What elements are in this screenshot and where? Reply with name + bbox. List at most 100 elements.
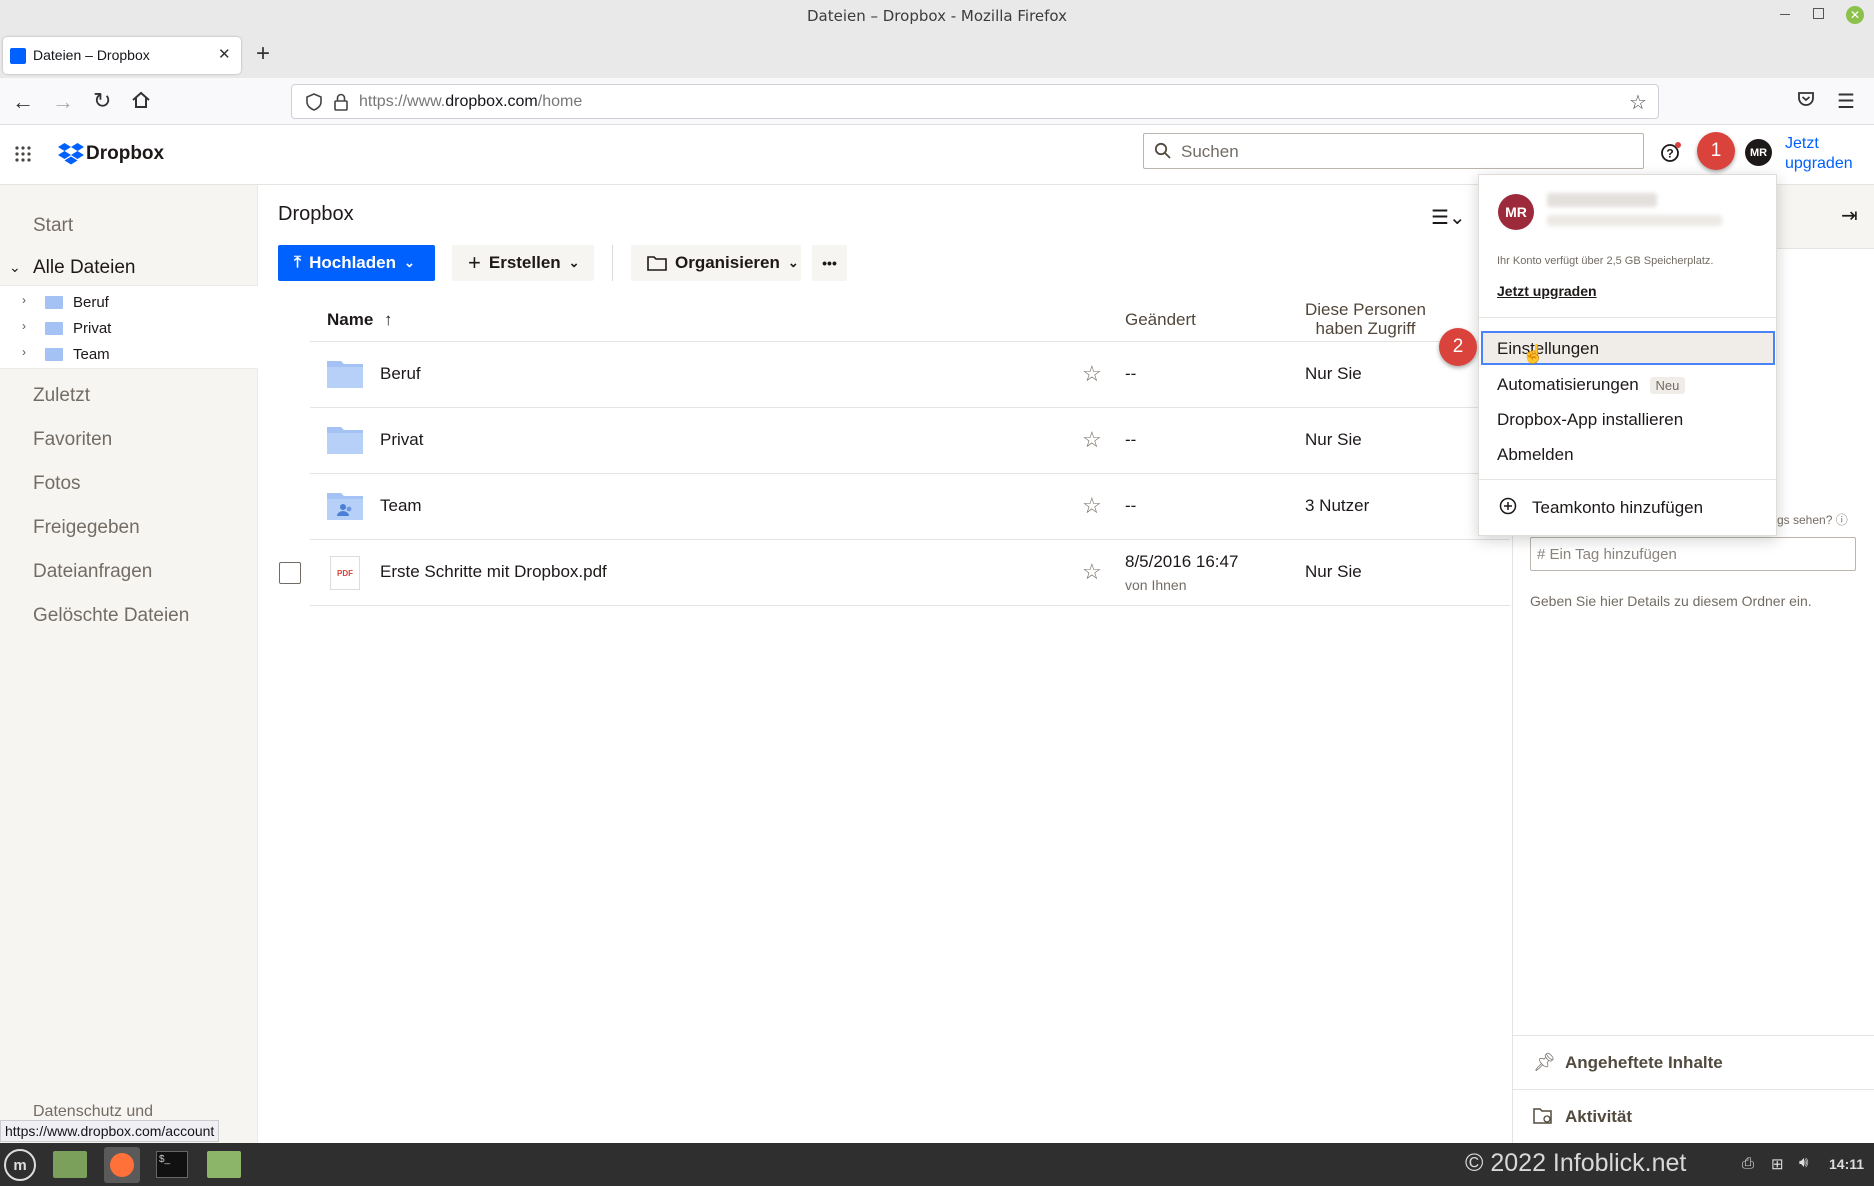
tree-item-label: Beruf — [73, 294, 109, 311]
chevron-right-icon[interactable]: › — [22, 293, 26, 307]
row-modified: -- — [1125, 364, 1137, 383]
help-icon[interactable]: ? — [1660, 141, 1682, 163]
home-icon[interactable] — [131, 90, 151, 110]
forward-icon[interactable]: → — [52, 89, 74, 115]
hamburger-menu-icon[interactable]: ☰ — [1837, 89, 1855, 114]
restore-icon[interactable] — [1813, 8, 1824, 19]
chevron-right-icon[interactable]: › — [22, 319, 26, 333]
sidebar-item-shared[interactable]: Freigegeben — [33, 517, 140, 539]
upgrade-line-1: Jetzt — [1785, 135, 1819, 152]
search-input[interactable]: Suchen — [1143, 133, 1644, 169]
reload-icon[interactable]: ↻ — [93, 88, 111, 114]
menu-upgrade-link[interactable]: Jetzt upgraden — [1497, 283, 1597, 299]
menu-item-add-team[interactable]: Teamkonto hinzufügen — [1532, 498, 1703, 518]
column-name[interactable]: Name ↑ — [327, 310, 393, 330]
sidebar-item-deleted-files[interactable]: Gelöschte Dateien — [33, 605, 189, 627]
upgrade-link[interactable]: Jetzt upgraden — [1785, 134, 1853, 174]
details-hint: Geben Sie hier Details zu diesem Ordner … — [1530, 593, 1812, 609]
url-bar[interactable]: https://www.dropbox.com/home ☆ — [291, 84, 1659, 119]
row-name[interactable]: Erste Schritte mit Dropbox.pdf — [380, 562, 607, 582]
view-toggle-icon[interactable]: ☰⌄ — [1431, 205, 1466, 230]
table-row[interactable]: Privat ☆ -- Nur Sie — [310, 408, 1510, 474]
table-row[interactable]: Beruf ☆ -- Nur Sie — [310, 342, 1510, 408]
tree-item-team[interactable]: › Team — [0, 342, 258, 368]
close-window-icon[interactable]: ✕ — [1846, 6, 1864, 24]
tree-item-privat[interactable]: › Privat — [0, 316, 258, 342]
menu-divider — [1479, 317, 1776, 318]
avatar[interactable]: MR — [1745, 139, 1772, 166]
browser-tab[interactable]: Dateien – Dropbox ✕ — [3, 37, 241, 74]
firefox-app-button[interactable] — [104, 1147, 140, 1183]
star-icon[interactable]: ☆ — [1082, 559, 1102, 585]
more-actions-button[interactable]: ••• — [812, 245, 847, 281]
pinned-section[interactable]: 📌︎ Angeheftete Inhalte — [1513, 1035, 1874, 1089]
sidebar-item-photos[interactable]: Fotos — [33, 473, 81, 495]
step-1-badge: 1 — [1697, 132, 1735, 170]
sidebar-item-file-requests[interactable]: Dateianfragen — [33, 561, 152, 583]
sidebar-item-all-files[interactable]: Alle Dateien — [33, 257, 135, 279]
chevron-down-icon: ⌄ — [568, 255, 580, 270]
upload-button[interactable]: ⤒ Hochladen ⌄ — [278, 245, 435, 281]
star-icon[interactable]: ☆ — [1082, 493, 1102, 519]
star-icon[interactable]: ☆ — [1082, 427, 1102, 453]
help-circle-icon[interactable]: ⓘ — [1836, 513, 1848, 527]
back-icon[interactable]: ← — [12, 89, 34, 115]
dropbox-favicon-icon — [10, 48, 26, 64]
hand-cursor-icon: ☝ — [1522, 344, 1545, 364]
printer-icon[interactable]: ⎙ — [1742, 1155, 1754, 1172]
tree-item-beruf[interactable]: › Beruf — [0, 290, 258, 316]
pdf-file-icon: PDF — [330, 556, 360, 590]
upgrade-line-2: upgraden — [1785, 155, 1853, 172]
collapse-panel-icon[interactable]: ⇥ — [1841, 203, 1858, 228]
minimize-icon[interactable] — [1780, 14, 1790, 15]
organize-button[interactable]: Organisieren ⌄ — [631, 245, 801, 281]
column-modified[interactable]: Geändert — [1125, 310, 1196, 330]
row-name[interactable]: Privat — [380, 430, 423, 450]
activity-label: Aktivität — [1565, 1107, 1633, 1126]
table-row[interactable]: PDF Erste Schritte mit Dropbox.pdf ☆ 8/5… — [279, 540, 1510, 606]
row-name[interactable]: Beruf — [380, 364, 421, 384]
row-modified-by: von Ihnen — [1125, 577, 1187, 593]
folder-app-icon[interactable] — [207, 1151, 241, 1178]
column-name-label: Name — [327, 310, 374, 329]
row-name[interactable]: Team — [380, 496, 422, 516]
plus-icon: + — [468, 250, 481, 275]
app-grid-icon[interactable] — [14, 145, 32, 163]
sidebar-item-recent[interactable]: Zuletzt — [33, 385, 90, 407]
organize-label: Organisieren — [675, 253, 780, 272]
activity-section[interactable]: Aktivität — [1513, 1089, 1874, 1143]
privacy-link[interactable]: Datenschutz und — [33, 1103, 153, 1121]
clock: 14:11 — [1829, 1156, 1865, 1172]
create-label: Erstellen — [488, 253, 561, 272]
status-url-tooltip: https://www.dropbox.com/account — [0, 1120, 220, 1142]
chevron-down-icon[interactable]: ⌄ — [9, 259, 21, 276]
column-access[interactable]: Diese Personen haben Zugriff — [1305, 300, 1426, 338]
menu-item-install-app[interactable]: Dropbox-App installieren — [1497, 410, 1683, 430]
star-icon[interactable]: ☆ — [1082, 361, 1102, 387]
column-access-line-1: Diese Personen — [1305, 300, 1426, 319]
row-checkbox[interactable] — [279, 562, 301, 584]
menu-item-sign-out[interactable]: Abmelden — [1497, 445, 1574, 465]
app-logo-text: Dropbox — [86, 143, 165, 164]
table-row[interactable]: Team ☆ -- 3 Nutzer — [310, 474, 1510, 540]
menu-item-automations[interactable]: Automatisierungen Neu — [1497, 375, 1686, 395]
files-app-icon[interactable] — [53, 1151, 87, 1178]
tag-input[interactable]: # Ein Tag hinzufügen — [1530, 537, 1856, 571]
tab-close-icon[interactable]: ✕ — [218, 45, 231, 63]
taskbar: m $_ © 2022 Infoblick.net ⎙ ⊞ 🔊︎ 14:11 — [0, 1143, 1874, 1186]
new-tab-icon[interactable]: + — [256, 40, 270, 68]
volume-icon[interactable]: 🔊︎ — [1799, 1154, 1808, 1171]
create-button[interactable]: + Erstellen ⌄ — [452, 245, 594, 281]
chevron-right-icon[interactable]: › — [22, 345, 26, 359]
bookmark-star-icon[interactable]: ☆ — [1629, 90, 1647, 115]
lock-icon — [334, 93, 348, 111]
sidebar-item-favorites[interactable]: Favoriten — [33, 429, 112, 451]
upload-label: Hochladen — [309, 253, 396, 272]
tab-strip — [0, 30, 1874, 78]
network-icon[interactable]: ⊞ — [1771, 1155, 1784, 1173]
toolbar-divider — [612, 245, 613, 281]
pocket-icon[interactable] — [1797, 90, 1815, 108]
sidebar-item-start[interactable]: Start — [33, 215, 73, 237]
terminal-icon[interactable]: $_ — [156, 1151, 188, 1178]
mint-menu-icon[interactable]: m — [4, 1149, 36, 1181]
